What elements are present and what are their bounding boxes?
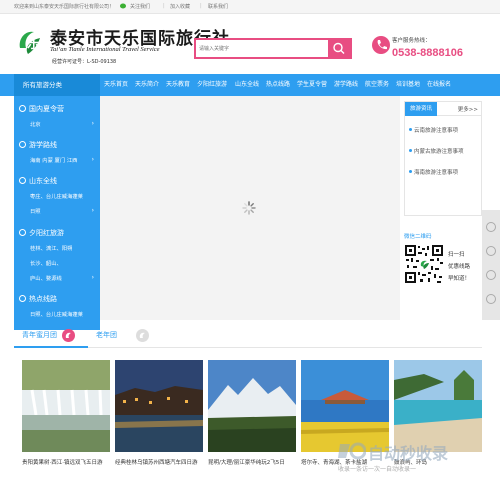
contact-us-link[interactable]: 联系我们 [208, 3, 228, 10]
news-item[interactable]: 内蒙古旅游注意事项 [409, 147, 464, 155]
water-town-photo [115, 360, 203, 452]
divider: | [200, 3, 202, 9]
logo-icon[interactable]: 乐 [14, 26, 46, 58]
svg-text:乐: 乐 [27, 36, 40, 52]
divider: | [163, 3, 165, 9]
follow-us-link[interactable]: 关注我们 [130, 3, 150, 10]
phone-icon [372, 36, 390, 54]
category-title: 夕阳红旅游 [29, 229, 64, 237]
category-icon [19, 141, 26, 148]
all-categories-button[interactable]: 所有旅游分类 [14, 74, 100, 96]
active-tab-underline [14, 346, 88, 348]
qr-caption: 优惠线路 [448, 264, 471, 270]
qq-service-icon[interactable] [486, 270, 496, 280]
welcome-text: 欢迎来到山东泰安天乐国际旅行社有限公司！ [14, 4, 115, 10]
nav-item-intro[interactable]: 天乐简介 [135, 74, 159, 96]
chevron-right-icon: › [91, 207, 94, 214]
watermark-subtitle: 收录一条访一次一自动收录一 [338, 466, 417, 473]
nav-item-hot-routes[interactable]: 热点线路 [266, 74, 290, 96]
qr-title: 微信二维码 [404, 234, 432, 240]
waterfall-photo [22, 360, 110, 452]
coast-photo [394, 360, 482, 452]
nav-item-shandong[interactable]: 山东全线 [235, 74, 259, 96]
chevron-right-icon: › [91, 274, 94, 281]
news-panel: 旅游资讯 更多>> 云南旅游注意事项 内蒙古旅游注意事项 海南旅游注意事项 [404, 101, 482, 216]
bullet-icon [409, 170, 412, 173]
qr-caption: 扫一扫 [448, 252, 465, 258]
category-title: 热点线路 [29, 295, 57, 303]
tour-card-caption: 经典桂林乌镇苏州西塘汽车四日游 [115, 460, 198, 466]
loading-spinner-icon [242, 201, 256, 215]
search-box [194, 38, 352, 59]
nav-item-training[interactable]: 培训基地 [396, 74, 420, 96]
wechat-qr-panel: 微信二维码 扫一扫 优惠线路 早知道！ [404, 228, 482, 318]
nav-item-signup[interactable]: 在线报名 [427, 74, 451, 96]
floating-service-bar [482, 210, 500, 320]
wechat-icon[interactable] [120, 3, 127, 11]
nav-item-study-tours[interactable]: 游学路线 [334, 74, 358, 96]
tab-youth-honeymoon[interactable]: 青年蜜月团 [22, 330, 57, 340]
brand-english-name: Tai’an Tianle International Travel Servi… [50, 46, 160, 53]
qq-service-icon[interactable] [486, 222, 496, 232]
news-header: 旅游资讯 更多>> [405, 102, 481, 116]
search-input[interactable] [199, 42, 327, 56]
snow-mountain-photo [208, 360, 296, 452]
hotline-label: 客户服务热线： [392, 38, 431, 44]
hotline-number: 0538-8888106 [392, 47, 463, 59]
search-button[interactable] [328, 40, 350, 57]
category-sub[interactable]: 北京 [30, 120, 41, 128]
add-favorite-link[interactable]: 加入收藏 [170, 3, 190, 10]
tab-badge-icon [136, 329, 149, 342]
nav-item-summer-camp[interactable]: 学生夏令营 [297, 74, 327, 96]
news-item[interactable]: 海南旅游注意事项 [409, 168, 458, 176]
category-title: 国内夏令营 [29, 105, 64, 113]
qq-service-icon[interactable] [486, 246, 496, 256]
news-more-link[interactable]: 更多>> [458, 105, 478, 113]
watermark-title: 自动秒收录 [368, 444, 449, 463]
nav-item-air-tickets[interactable]: 航空票务 [365, 74, 389, 96]
nav-item-education[interactable]: 天乐教育 [166, 74, 190, 96]
bullet-icon [409, 128, 412, 131]
tab-senior-group[interactable]: 老年团 [96, 330, 117, 340]
bullet-icon [409, 149, 412, 152]
watermark: 自动秒收录 收录一条访一次一自动收录一 [336, 440, 476, 480]
category-icon [19, 229, 26, 236]
tour-tabs: 青年蜜月团 老年团 [14, 324, 482, 348]
category-title: 山东全线 [29, 177, 57, 185]
category-sub[interactable]: 桂林、漓江、阳朔 [30, 244, 72, 252]
category-sub[interactable]: 长沙、韶山、 [30, 259, 62, 267]
category-icon [19, 295, 26, 302]
tour-card-caption: 昆明/大理/丽江豪华纯玩2飞5日 [208, 460, 285, 466]
category-sub[interactable]: 日照 [30, 207, 41, 215]
lake-photo [301, 360, 389, 452]
category-sub[interactable]: 日照、台儿庄威海蓬莱 [30, 310, 83, 318]
tour-card-caption: 贵阳黄果树·西江·镇远双飞五日游 [22, 460, 103, 466]
watermark-logo-icon [338, 442, 366, 460]
top-bar: 欢迎来到山东泰安天乐国际旅行社有限公司！ 关注我们 | 加入收藏 | 联系我们 [0, 0, 500, 14]
chevron-right-icon: › [91, 120, 94, 127]
category-icon [19, 177, 26, 184]
news-tab[interactable]: 旅游资讯 [405, 102, 437, 116]
category-sub[interactable]: 庐山、婺源线 [30, 274, 62, 282]
qr-caption: 早知道！ [448, 276, 471, 282]
category-sub[interactable]: 海南 内蒙 厦门 江西 [30, 156, 77, 164]
license-number: 经营许可证号：L-SD-09138 [52, 59, 117, 65]
nav-item-senior-tours[interactable]: 夕阳红旅游 [197, 74, 227, 96]
qq-service-icon[interactable] [486, 294, 496, 304]
category-sub[interactable]: 枣庄、台儿庄威海蓬莱 [30, 192, 83, 200]
category-title: 游学路线 [29, 141, 57, 149]
category-icon [19, 105, 26, 112]
qr-code-icon [404, 244, 444, 284]
news-item[interactable]: 云南旅游注意事项 [409, 126, 458, 134]
main-nav: 所有旅游分类 天乐首页 天乐简介 天乐教育 夕阳红旅游 山东全线 热点线路 学生… [0, 74, 500, 96]
tab-badge-icon [62, 329, 75, 342]
chevron-right-icon: › [91, 156, 94, 163]
search-icon [333, 42, 345, 54]
category-sidebar: 国内夏令营 北京 › 游学路线 海南 内蒙 厦门 江西 › 山东全线 枣庄、台儿… [14, 96, 100, 330]
nav-item-home[interactable]: 天乐首页 [104, 74, 128, 96]
